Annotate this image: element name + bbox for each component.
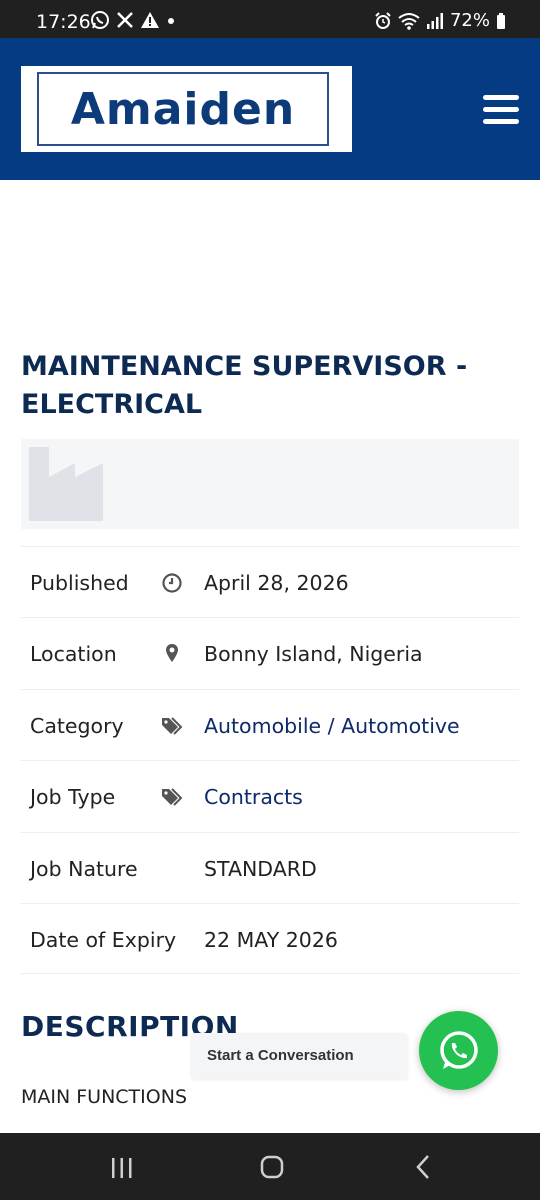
status-time: 17:26 [36, 11, 91, 33]
recent-apps-icon[interactable] [110, 1157, 134, 1179]
signal-icon [426, 12, 443, 29]
detail-row-location: Location Bonny Island, Nigeria [21, 617, 519, 688]
tags-icon [162, 788, 183, 806]
system-nav-bar [0, 1133, 540, 1200]
category-link[interactable]: Automobile / Automotive [204, 714, 460, 738]
detail-value: April 28, 2026 [204, 571, 349, 595]
detail-value: Bonny Island, Nigeria [204, 642, 423, 667]
main-functions-heading: MAIN FUNCTIONS [21, 1086, 187, 1108]
whatsapp-icon [439, 1030, 478, 1069]
whatsapp-chat-button[interactable] [419, 1011, 498, 1090]
hamburger-menu-icon[interactable] [483, 95, 519, 125]
company-logo [21, 439, 519, 529]
map-pin-icon [166, 644, 178, 663]
detail-row-category: Category Automobile / Automotive [21, 688, 519, 760]
logo-text: Amaiden [70, 83, 296, 135]
detail-value: 22 MAY 2026 [204, 927, 338, 952]
logo-frame: Amaiden [37, 72, 329, 146]
wifi-icon [398, 12, 420, 30]
home-icon[interactable] [260, 1155, 284, 1179]
clock-icon [162, 573, 182, 593]
job-title: MAINTENANCE SUPERVISOR - ELECTRICAL [21, 351, 468, 420]
warning-icon [141, 12, 159, 28]
detail-row-job-nature: Job Nature STANDARD [21, 831, 519, 903]
status-left-icons [90, 10, 176, 30]
detail-value: STANDARD [204, 856, 317, 881]
detail-label: Location [30, 642, 117, 667]
dot-icon [168, 18, 174, 24]
detail-row-expiry: Date of Expiry 22 MAY 2026 [21, 902, 519, 975]
status-bar: 17:26 72% [0, 0, 540, 38]
job-details-table: Published April 28, 2026 Location Bonny … [21, 546, 519, 975]
detail-label: Category [30, 713, 124, 738]
detail-row-job-type: Job Type Contracts [21, 760, 519, 831]
battery-icon [497, 12, 505, 29]
start-conversation-label[interactable]: Start a Conversation [191, 1033, 408, 1079]
job-type-link[interactable]: Contracts [204, 785, 303, 809]
back-icon[interactable] [414, 1154, 432, 1180]
factory-icon [29, 447, 103, 521]
whatsapp-icon [91, 11, 109, 29]
battery-percent: 72% [449, 10, 490, 31]
detail-row-published: Published April 28, 2026 [21, 546, 519, 617]
tags-icon [162, 717, 183, 735]
site-header: Amaiden [0, 38, 540, 180]
alarm-icon [375, 11, 391, 29]
detail-label: Date of Expiry [30, 927, 177, 952]
x-icon [117, 12, 133, 28]
detail-label: Job Nature [30, 856, 138, 881]
detail-label: Published [30, 571, 129, 595]
status-right-icons: 72% [374, 10, 506, 31]
detail-label: Job Type [30, 785, 116, 810]
site-logo[interactable]: Amaiden [21, 66, 352, 152]
